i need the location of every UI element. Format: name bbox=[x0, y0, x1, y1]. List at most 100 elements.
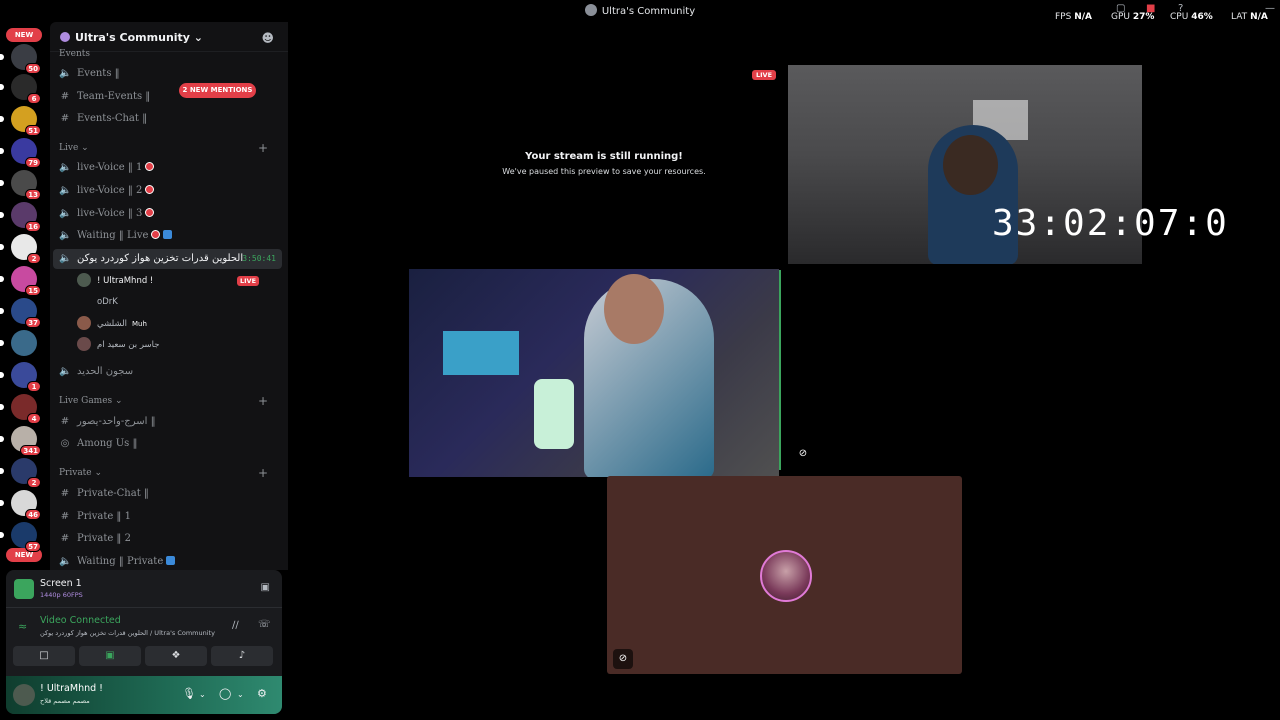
server-icon[interactable]: 6 bbox=[11, 74, 41, 104]
signal-icon[interactable]: ≈ bbox=[18, 620, 27, 633]
username: oDrK bbox=[97, 297, 118, 307]
server-icon[interactable]: 16 bbox=[11, 202, 41, 232]
channel-events[interactable]: 🔈 Events ‖ bbox=[53, 64, 282, 84]
soundboard-button[interactable]: ♪ bbox=[211, 646, 273, 666]
channel-game-chat[interactable]: # اسرج-واحد-يصور ‖ bbox=[53, 412, 282, 432]
channel-live-voice-3[interactable]: 🔈 live-Voice ‖ 3 bbox=[53, 204, 282, 224]
category-events[interactable]: Events bbox=[59, 49, 90, 59]
unread-pip bbox=[0, 532, 4, 538]
avatar bbox=[77, 337, 91, 351]
channel-private-2[interactable]: # Private ‖ 2 bbox=[53, 529, 282, 549]
fps-readout: FPS N/A bbox=[1055, 12, 1092, 22]
server-icon[interactable]: 46 bbox=[11, 490, 41, 520]
channel-private-1[interactable]: # Private ‖ 1 bbox=[53, 507, 282, 527]
channel-active-voice[interactable]: 🔈 الحلوين قدرات تخزين هواز كوردرد يوكن 3:5… bbox=[53, 249, 282, 269]
hash-icon: # bbox=[60, 533, 70, 544]
red-circle-icon bbox=[151, 230, 161, 239]
microphone-icon[interactable]: 🎙 bbox=[182, 687, 196, 700]
username[interactable]: ! UltraMhnd ! bbox=[40, 683, 103, 694]
voice-user[interactable]: الشلشي Muh bbox=[77, 314, 282, 334]
server-icon bbox=[60, 32, 70, 42]
vc-location[interactable]: الحلوين قدرات تخزين هواز كوردرد يوكن / U… bbox=[40, 629, 215, 637]
server-icon[interactable]: 51 bbox=[11, 106, 41, 136]
unread-pip bbox=[0, 212, 4, 218]
hash-icon: # bbox=[60, 488, 70, 499]
add-channel-icon[interactable]: + bbox=[258, 466, 268, 480]
unread-pip bbox=[0, 436, 4, 442]
screen-share-button[interactable]: ▣ bbox=[79, 646, 141, 666]
channel-among-us[interactable]: ◎ Among Us ‖ bbox=[53, 434, 282, 454]
speaking-indicator bbox=[779, 270, 781, 470]
voice-user[interactable]: جاسر بن سعيد ام bbox=[77, 335, 282, 355]
unread-pip bbox=[0, 340, 4, 346]
avatar bbox=[77, 273, 91, 287]
channel-waiting-live[interactable]: 🔈 Waiting ‖ Live bbox=[53, 226, 282, 246]
video-tile-2[interactable] bbox=[409, 269, 779, 477]
server-header[interactable]: Ultra's Community ⌄ bbox=[50, 22, 288, 52]
add-friend-icon[interactable]: ☻ bbox=[261, 31, 274, 45]
voice-user[interactable]: oDrK bbox=[77, 292, 282, 312]
channel-live-voice-1[interactable]: 🔈 live-Voice ‖ 1 bbox=[53, 158, 282, 178]
hash-icon: # bbox=[60, 511, 70, 522]
unread-pip bbox=[0, 54, 4, 60]
gear-icon[interactable]: ⚙ bbox=[257, 687, 267, 700]
new-badge-top[interactable]: NEW bbox=[6, 28, 42, 42]
activities-button[interactable]: ❖ bbox=[145, 646, 207, 666]
unread-pip bbox=[0, 244, 4, 250]
red-circle-icon bbox=[145, 208, 155, 217]
video-off-icon: ⊘ bbox=[613, 649, 633, 669]
hash-icon: # bbox=[60, 416, 70, 427]
paused-subtitle: We've paused this preview to save your r… bbox=[502, 167, 706, 176]
channel-team-events[interactable]: # Team-Events ‖ bbox=[53, 87, 282, 107]
category-private[interactable]: Private ⌄ + bbox=[59, 466, 268, 480]
headphones-icon[interactable]: ◯ bbox=[219, 687, 231, 700]
server-icon[interactable]: 1 bbox=[11, 362, 41, 392]
username: الشلشي bbox=[97, 319, 128, 329]
disconnect-icon[interactable]: ☏ bbox=[258, 619, 271, 630]
category-live[interactable]: Live ⌄ + bbox=[59, 141, 268, 155]
server-icon[interactable]: 50 bbox=[11, 44, 41, 74]
server-icon[interactable]: 57 bbox=[11, 522, 41, 552]
category-live-games[interactable]: Live Games ⌄ + bbox=[59, 394, 268, 408]
avatar[interactable] bbox=[13, 684, 35, 706]
channel-prison[interactable]: 🔈 سجون الحديد bbox=[53, 362, 282, 382]
server-icon[interactable]: 2 bbox=[11, 458, 41, 488]
channel-waiting-private[interactable]: 🔈 Waiting ‖ Private bbox=[53, 552, 282, 572]
voice-user[interactable]: ! UltraMhnd ! LIVE bbox=[77, 271, 282, 291]
paused-title: Your stream is still running! bbox=[525, 151, 683, 162]
chevron-down-icon[interactable]: ⌄ bbox=[237, 690, 244, 699]
server-icon[interactable] bbox=[11, 330, 37, 356]
speaker-icon: 🔈 bbox=[59, 68, 72, 79]
camera-toggle-button[interactable]: □ bbox=[13, 646, 75, 666]
channel-live-voice-2[interactable]: 🔈 live-Voice ‖ 2 bbox=[53, 181, 282, 201]
screen-title: Screen 1 bbox=[40, 578, 82, 589]
server-icon[interactable]: 37 bbox=[11, 298, 41, 328]
minimize-icon[interactable]: — bbox=[1265, 3, 1275, 14]
server-icon[interactable]: 13 bbox=[11, 170, 41, 200]
server-icon[interactable]: 4 bbox=[11, 394, 41, 424]
add-channel-icon[interactable]: + bbox=[258, 141, 268, 155]
server-icon[interactable]: 2 bbox=[11, 234, 41, 264]
channel-private-chat[interactable]: # Private-Chat ‖ bbox=[53, 484, 282, 504]
unread-pip bbox=[0, 180, 4, 186]
server-icon[interactable]: 79 bbox=[11, 138, 41, 168]
server-icon[interactable]: 341 bbox=[11, 426, 41, 456]
unread-badge: 1 bbox=[27, 381, 41, 392]
speaker-icon: 🔈 bbox=[59, 230, 72, 241]
noise-suppression-icon[interactable]: ∕∕ bbox=[232, 620, 239, 631]
chevron-down-icon[interactable]: ⌄ bbox=[199, 690, 206, 699]
speaker-icon: 🔈 bbox=[59, 185, 72, 196]
user-status: مصمم مصمم قلاح bbox=[40, 697, 90, 705]
channel-sidebar: Ultra's Community ⌄ ☻ Events 🔈 Events ‖ 2… bbox=[50, 22, 288, 570]
add-channel-icon[interactable]: + bbox=[258, 394, 268, 408]
alert-icon[interactable]: ■ bbox=[1146, 3, 1155, 14]
inbox-icon[interactable]: ▢ bbox=[1116, 3, 1125, 14]
help-icon[interactable]: ? bbox=[1178, 3, 1183, 14]
stop-stream-icon[interactable]: ▣ bbox=[261, 582, 270, 593]
server-icon[interactable]: 15 bbox=[11, 266, 41, 296]
avatar bbox=[77, 294, 91, 308]
channel-events-chat[interactable]: # Events-Chat ‖ bbox=[53, 109, 282, 129]
voice-timer: 3:50:41 bbox=[242, 254, 276, 263]
unread-badge: 2 bbox=[27, 253, 41, 264]
speaker-icon: 🔈 bbox=[59, 162, 72, 173]
